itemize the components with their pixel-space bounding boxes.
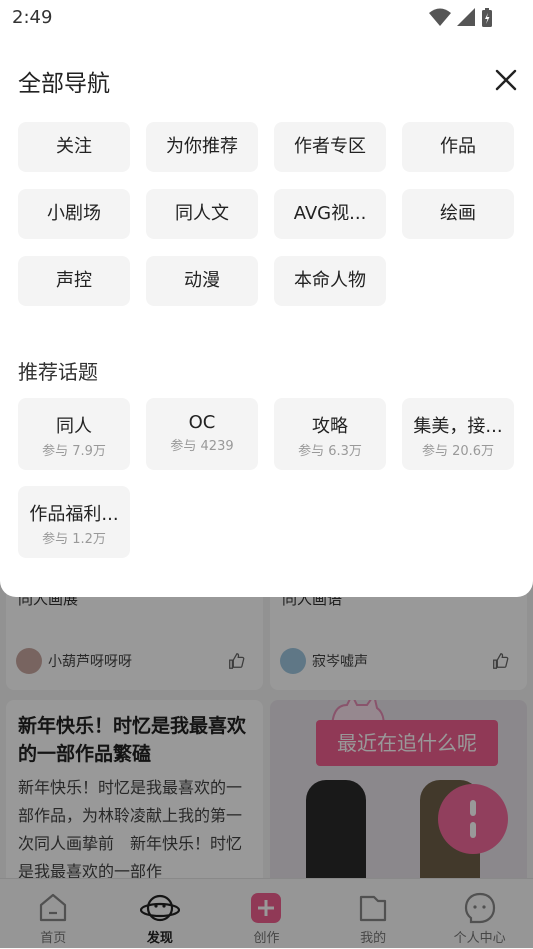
sheet-title: 全部导航 <box>18 71 110 97</box>
topic-chip[interactable]: 同人 参与 7.9万 <box>18 398 130 470</box>
topic-count: 参与 7.9万 <box>42 444 106 459</box>
nav-chip-voice[interactable]: 声控 <box>18 256 130 306</box>
nav-chip-recommend[interactable]: 为你推荐 <box>146 122 258 172</box>
topic-count: 参与 6.3万 <box>298 444 362 459</box>
topic-count: 参与 1.2万 <box>42 532 106 547</box>
topic-name: 同人 <box>56 416 92 437</box>
nav-chip-fanfic[interactable]: 同人文 <box>146 189 258 239</box>
wifi-icon <box>429 8 451 26</box>
all-navigation-sheet: 2:49 全部导航 关注 为你推荐 作者专区 作品 小剧场 同人文 AVG视..… <box>0 0 533 597</box>
signal-icon <box>457 8 475 26</box>
topic-chip[interactable]: 作品福利... 参与 1.2万 <box>18 486 130 558</box>
topic-name: 攻略 <box>312 416 348 437</box>
nav-chip-follow[interactable]: 关注 <box>18 122 130 172</box>
topic-chip[interactable]: 攻略 参与 6.3万 <box>274 398 386 470</box>
battery-icon <box>482 8 492 27</box>
topic-chip[interactable]: 集美，接... 参与 20.6万 <box>402 398 514 470</box>
topics-heading: 推荐话题 <box>18 360 98 384</box>
status-bar: 2:49 <box>0 0 533 36</box>
topic-count: 参与 20.6万 <box>421 444 495 459</box>
topic-chip[interactable]: OC 参与 4239 <box>146 398 258 470</box>
nav-chip-works[interactable]: 作品 <box>402 122 514 172</box>
nav-chip-avg[interactable]: AVG视... <box>274 189 386 239</box>
nav-chip-theater[interactable]: 小剧场 <box>18 189 130 239</box>
close-icon[interactable] <box>494 68 518 92</box>
status-icons <box>429 8 493 28</box>
status-time: 2:49 <box>12 7 53 28</box>
topic-name: 集美，接... <box>413 416 503 437</box>
topic-name: 作品福利... <box>29 504 119 525</box>
nav-chip-authors[interactable]: 作者专区 <box>274 122 386 172</box>
topic-count: 参与 4239 <box>170 439 234 454</box>
nav-chip-painting[interactable]: 绘画 <box>402 189 514 239</box>
nav-chip-anime[interactable]: 动漫 <box>146 256 258 306</box>
nav-chip-favorite-character[interactable]: 本命人物 <box>274 256 386 306</box>
topic-name: OC <box>188 412 216 433</box>
